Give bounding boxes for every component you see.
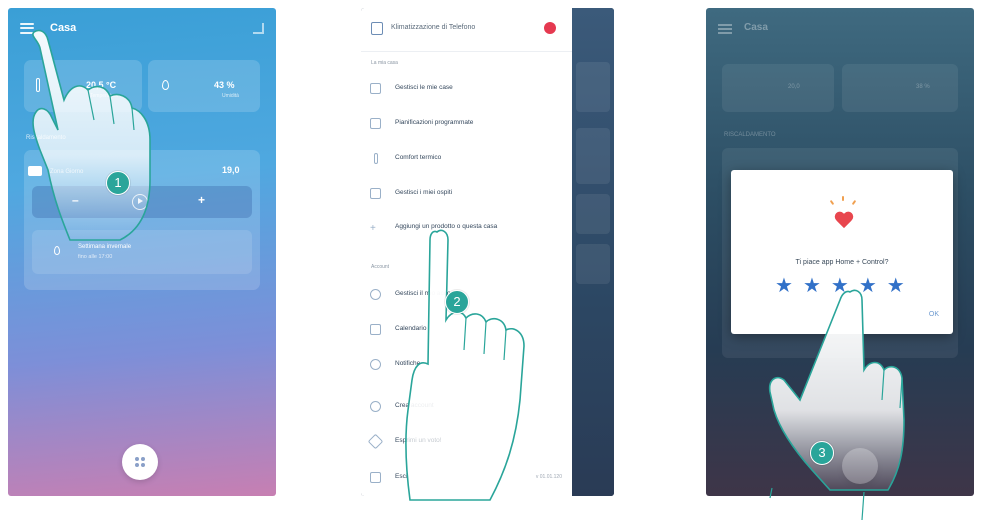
info-icon — [370, 401, 381, 412]
signal-icon — [253, 23, 264, 34]
page-title: Casa — [744, 22, 768, 33]
play-icon[interactable] — [132, 194, 148, 210]
humidity-label: Umidità — [222, 93, 239, 99]
star-5-icon[interactable]: ★ — [887, 276, 905, 296]
menu-item-label: Comfort termico — [395, 154, 442, 161]
drawer-header[interactable]: Klimatizzazione di Telefono — [361, 8, 572, 52]
app-version: v 01.01.120 — [535, 474, 562, 480]
section-my-home: La mia casa — [371, 60, 398, 66]
dialog-question: Ti piace app Home + Control? — [795, 259, 889, 266]
star-4-icon[interactable]: ★ — [859, 276, 877, 296]
humidity-card[interactable]: 43 % Umidità — [148, 60, 260, 112]
menu-item-create-account[interactable]: Crea account — [361, 394, 572, 420]
calendar-icon — [370, 324, 381, 335]
humidity-card-dimmed: 38 % — [842, 64, 958, 112]
side-menu-panel: Klimatizzazione di Telefono La mia casa … — [361, 8, 614, 496]
step-badge-1: 1 — [106, 171, 130, 195]
calendar-icon — [370, 118, 381, 129]
apps-fab-button — [842, 448, 878, 484]
menu-item-label: Esprimi un voto! — [395, 437, 442, 444]
thermostat-controls: – + — [32, 186, 252, 218]
heart-icon — [834, 212, 854, 230]
menu-item-calendar[interactable]: Calendario — [361, 317, 572, 343]
humidity-value: 43 % — [214, 80, 235, 90]
section-label: RISCALDAMENTO — [724, 132, 776, 138]
bell-icon — [370, 359, 381, 370]
menu-item-rate-app[interactable]: Esprimi un voto! — [361, 429, 572, 455]
app-header: Casa — [8, 8, 276, 48]
hamburger-menu-icon — [718, 24, 732, 34]
home-icon — [370, 83, 381, 94]
temperature-card-dimmed: 20,0 — [722, 64, 834, 112]
star-rating[interactable]: ★ ★ ★ ★ ★ — [775, 276, 945, 296]
setpoint-value: 19,0 — [222, 165, 240, 175]
step-badge-3: 3 — [810, 441, 834, 465]
dimmed-background — [572, 8, 614, 496]
temperature-card[interactable]: 20,5 °C Temperatura — [24, 60, 142, 112]
plus-icon: + — [370, 223, 376, 234]
menu-item-label: Gestisci i miei ospiti — [395, 189, 453, 196]
zone-card[interactable]: Zona Giorno 19,0 – + Settimana invernale… — [24, 150, 260, 290]
user-icon — [370, 289, 381, 300]
menu-item-label: Pianificazioni programmate — [395, 119, 474, 126]
menu-item-label: Notifiche — [395, 360, 421, 367]
menu-item-manage-homes[interactable]: Gestisci le mie case — [361, 76, 572, 102]
schedule-text: Settimana invernale — [78, 244, 132, 250]
phone-icon — [371, 22, 383, 35]
menu-item-add-product[interactable]: + Aggiungi un prodotto o questa casa — [361, 216, 572, 252]
star-3-icon[interactable]: ★ — [831, 276, 849, 296]
temperature-label: Temperatura — [90, 93, 119, 99]
zone-icon — [28, 166, 42, 176]
user-name: Klimatizzazione di Telefono — [391, 24, 476, 31]
ok-button[interactable]: OK — [929, 311, 939, 318]
logout-icon — [370, 472, 381, 483]
section-account: Account — [371, 264, 390, 270]
menu-item-thermal-comfort[interactable]: Comfort termico — [361, 146, 572, 172]
temperature-value: 20,5 °C — [86, 80, 117, 90]
menu-item-logout[interactable]: Esci v 01.01.120 — [361, 465, 572, 491]
star-2-icon[interactable]: ★ — [803, 276, 821, 296]
menu-item-notifications[interactable]: Notifiche — [361, 352, 572, 378]
guests-icon — [370, 188, 381, 199]
menu-item-schedules[interactable]: Pianificazioni programmate — [361, 111, 572, 137]
star-outline-icon — [367, 433, 384, 450]
schedule-subtext: fino alle 17:00 — [78, 254, 113, 260]
hamburger-menu-icon[interactable] — [20, 22, 34, 34]
menu-item-label: Aggiungi un prodotto o questa casa — [395, 223, 498, 230]
schedule-row[interactable]: Settimana invernale fino alle 17:00 — [32, 230, 252, 274]
thermometer-icon — [374, 153, 378, 164]
grid-dots-icon — [135, 457, 145, 467]
decrease-button[interactable]: – — [72, 193, 79, 207]
temperature-value: 20,0 — [788, 84, 800, 90]
notification-badge — [544, 22, 556, 34]
menu-item-label: Calendario — [395, 325, 427, 332]
apps-fab-button[interactable] — [122, 444, 158, 480]
step-badge-2: 2 — [445, 290, 469, 314]
humidity-value: 38 % — [916, 84, 930, 90]
app-header-dimmed: Casa — [706, 8, 974, 48]
menu-item-label: Esci — [395, 473, 408, 480]
thermometer-icon — [36, 78, 40, 92]
section-label: Riscaldamento — [26, 135, 66, 141]
menu-item-label: Gestisci le mie case — [395, 84, 453, 91]
star-1-icon[interactable]: ★ — [775, 276, 793, 296]
schedule-icon — [54, 246, 60, 255]
rate-app-dialog: Ti piace app Home + Control? ★ ★ ★ ★ ★ O… — [731, 170, 953, 334]
navigation-drawer: Klimatizzazione di Telefono La mia casa … — [361, 8, 572, 496]
increase-button[interactable]: + — [198, 193, 205, 207]
humidity-drop-icon — [162, 80, 169, 90]
menu-item-guests[interactable]: Gestisci i miei ospiti — [361, 181, 572, 207]
zone-label: Zona Giorno — [50, 169, 84, 175]
home-screen-panel: Casa 20,5 °C Temperatura 43 % Umidità Ri… — [8, 8, 276, 496]
menu-item-label: Crea account — [395, 402, 434, 409]
rating-dialog-panel: Casa 20,0 38 % RISCALDAMENTO Ti piace ap… — [706, 8, 974, 496]
page-title: Casa — [50, 22, 77, 34]
